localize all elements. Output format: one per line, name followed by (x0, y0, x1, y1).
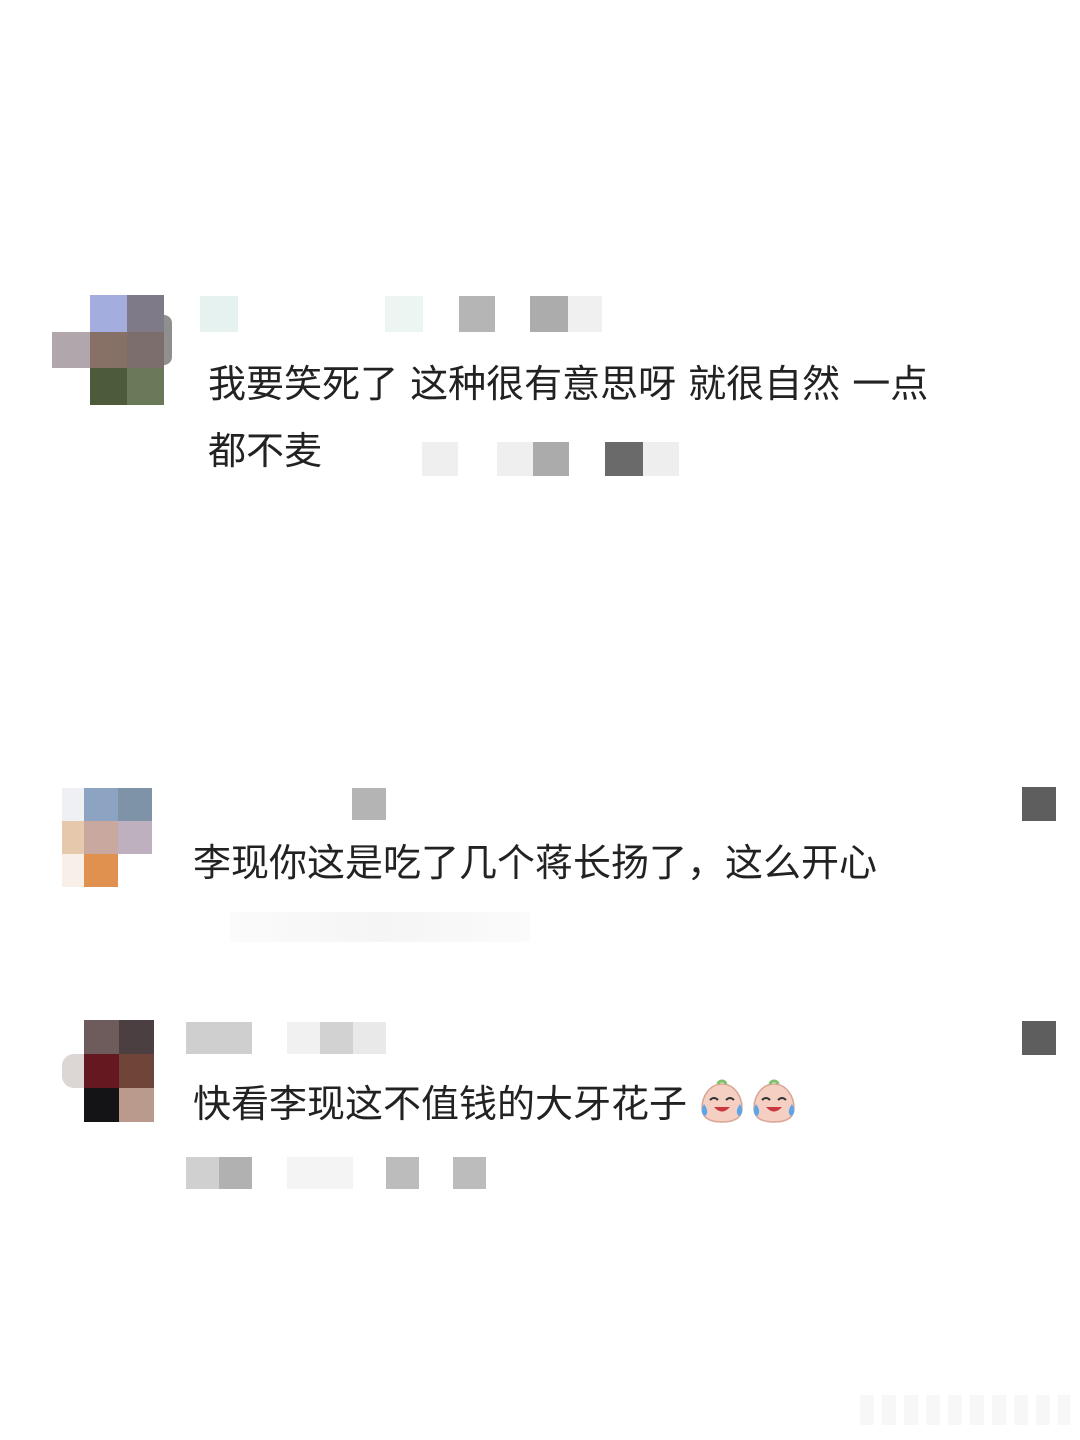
username-blurred (186, 1022, 252, 1054)
avatar-pixel (90, 368, 127, 405)
meta-blurred (386, 1157, 419, 1189)
avatar-pixel (119, 1020, 154, 1054)
meta-blurred (219, 1157, 252, 1189)
avatar-pixel (164, 315, 172, 365)
username-blurred (353, 1022, 386, 1054)
avatar-pixel (84, 1088, 119, 1122)
meta-blurred (605, 442, 643, 476)
avatar-pixel (118, 821, 152, 854)
avatar[interactable] (62, 788, 152, 888)
avatar-pixel (84, 1020, 119, 1054)
username-blurred (530, 296, 568, 332)
avatar-pixel (84, 821, 118, 854)
avatar-pixel (84, 1054, 119, 1088)
avatar-pixel (52, 332, 90, 368)
comment-text: 都不麦 (208, 429, 323, 473)
username-blurred (287, 1022, 320, 1054)
avatar-pixel (62, 821, 84, 854)
laugh-cry-emoji-icon (701, 1079, 743, 1123)
watermark (860, 1395, 1070, 1425)
username-blurred (459, 296, 495, 332)
comment-text: 李现你这是吃了几个蒋长扬了，这么开心 (193, 841, 878, 885)
meta-blurred (230, 912, 530, 942)
avatar-pixel (127, 368, 164, 405)
avatar-pixel (62, 788, 84, 821)
menu-icon[interactable] (1022, 1021, 1056, 1055)
comment-text: 我要笑死了 这种很有意思呀 就很自然 一点 (208, 362, 929, 406)
avatar-pixel (119, 1088, 154, 1122)
avatar-pixel (62, 1020, 84, 1054)
avatar-pixel (119, 1054, 154, 1088)
meta-blurred (287, 1157, 353, 1189)
meta-blurred (643, 442, 679, 476)
avatar-pixel (90, 295, 127, 332)
avatar-pixel (62, 1054, 84, 1088)
avatar-pixel (84, 788, 118, 821)
avatar-pixel (127, 332, 164, 368)
username-blurred (352, 788, 386, 820)
avatar-pixel (90, 332, 127, 368)
avatar-pixel (62, 854, 84, 887)
meta-blurred (533, 442, 569, 476)
avatar[interactable] (62, 1020, 154, 1122)
avatar[interactable] (52, 295, 172, 405)
comment-text: 快看李现这不值钱的大牙花子 (193, 1082, 688, 1126)
avatar-pixel (127, 295, 164, 332)
meta-blurred (497, 442, 533, 476)
username-blurred (568, 296, 602, 332)
meta-blurred (422, 442, 458, 476)
avatar-pixel (84, 854, 118, 887)
username-blurred (385, 296, 423, 332)
username-blurred (200, 296, 238, 332)
avatar-pixel (118, 788, 152, 821)
username-blurred (320, 1022, 353, 1054)
meta-blurred (453, 1157, 486, 1189)
menu-icon[interactable] (1022, 787, 1056, 821)
laugh-cry-emoji-icon (753, 1079, 795, 1123)
meta-blurred (186, 1157, 219, 1189)
